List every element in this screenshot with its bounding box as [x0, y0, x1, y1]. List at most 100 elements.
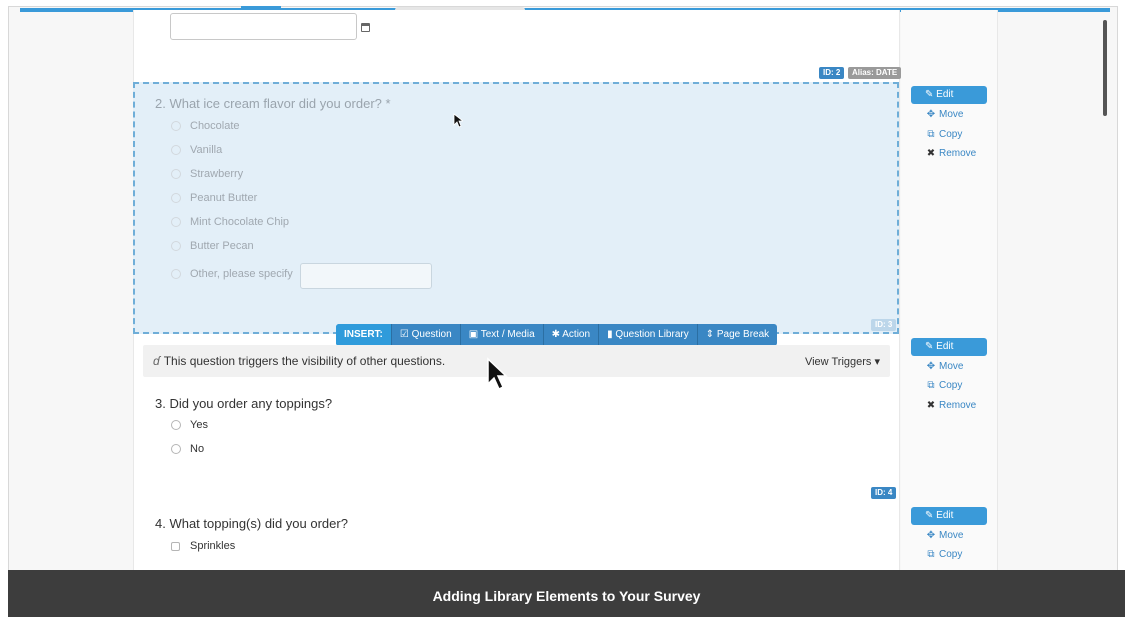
caret-down-icon: ▾ — [874, 356, 880, 368]
option-label: Mint Chocolate Chip — [190, 216, 290, 228]
button-label: Remove — [939, 400, 977, 411]
insert-toolbar: INSERT: ☑ Question ▣ Text / Media ✱ Acti… — [336, 324, 778, 346]
insert-action-button[interactable]: ✱ Action — [542, 324, 598, 346]
insert-label: INSERT: — [336, 324, 391, 346]
copy-button[interactable]: ⧉ Copy — [925, 549, 962, 560]
button-label: Text / Media — [480, 329, 535, 340]
radio-option[interactable]: Chocolate — [171, 120, 240, 132]
radio-option-other[interactable]: Other, please specify — [171, 268, 293, 280]
button-label: Edit — [936, 510, 954, 521]
question-title: 3. Did you order any toppings? — [155, 396, 333, 411]
scrollbar[interactable] — [1103, 20, 1107, 116]
radio-icon[interactable] — [171, 145, 181, 155]
button-label: Action — [562, 329, 591, 340]
radio-option[interactable]: Butter Pecan — [171, 240, 254, 252]
selected-question-block[interactable] — [133, 82, 899, 334]
button-label: Move — [939, 109, 964, 120]
question-id-badge: ID: 4 — [871, 487, 897, 499]
gear-icon: ✱ — [551, 329, 563, 340]
insert-question-button[interactable]: ☑ Question — [390, 324, 460, 346]
question-title: 4. What topping(s) did you order? — [155, 516, 348, 531]
insert-question-library-button[interactable]: ▮ Question Library — [598, 324, 697, 346]
button-label: Question Library — [615, 329, 689, 340]
move-icon: ✥ — [926, 109, 936, 120]
option-label: Vanilla — [190, 144, 223, 156]
copy-button[interactable]: ⧉ Copy — [925, 380, 962, 391]
copy-icon: ⧉ — [927, 549, 935, 560]
radio-icon[interactable] — [171, 241, 181, 251]
edit-button[interactable]: ✎ Edit — [911, 338, 987, 356]
radio-option[interactable]: Mint Chocolate Chip — [171, 216, 289, 228]
option-label: Sprinkles — [190, 540, 236, 552]
button-label: Edit — [936, 89, 954, 100]
date-field[interactable] — [170, 13, 357, 40]
pencil-icon: ✎ — [925, 89, 937, 100]
remove-button[interactable]: ✖ Remove — [925, 148, 976, 159]
copy-icon: ⧉ — [927, 129, 935, 140]
button-label: Copy — [939, 549, 963, 560]
option-label: Other, please specify — [190, 268, 293, 280]
option-label: Strawberry — [190, 168, 244, 180]
question-title: 2. What ice cream flavor did you order? … — [155, 96, 391, 111]
checkbox-icon[interactable] — [171, 541, 180, 551]
cursor-icon — [453, 113, 463, 128]
remove-icon: ✖ — [926, 400, 936, 411]
view-triggers-label: View Triggers — [804, 356, 872, 368]
pencil-icon: ✎ — [925, 341, 937, 352]
insert-text-media-button[interactable]: ▣ Text / Media — [459, 324, 543, 346]
video-caption: Adding Library Elements to Your Survey — [8, 570, 1125, 617]
radio-option[interactable]: Vanilla — [171, 144, 222, 156]
radio-icon[interactable] — [171, 169, 181, 179]
button-label: Question — [411, 329, 452, 340]
option-label: No — [190, 443, 205, 455]
radio-option[interactable]: Peanut Butter — [171, 192, 257, 204]
radio-icon[interactable] — [171, 269, 181, 279]
button-label: Move — [939, 530, 964, 541]
other-specify-input[interactable] — [300, 263, 432, 289]
trigger-text: ɗ This question triggers the visibility o… — [153, 354, 445, 368]
copy-button[interactable]: ⧉ Copy — [925, 129, 962, 140]
move-icon: ✥ — [926, 361, 936, 372]
option-label: Chocolate — [190, 120, 240, 132]
cursor-icon — [487, 357, 508, 391]
edit-button[interactable]: ✎ Edit — [911, 507, 987, 525]
radio-option[interactable]: Strawberry — [171, 168, 243, 180]
remove-icon: ✖ — [926, 148, 936, 159]
branch-icon: ɗ — [153, 354, 160, 368]
insert-page-break-button[interactable]: ⇕ Page Break — [696, 324, 777, 346]
pencil-icon: ✎ — [925, 510, 937, 521]
radio-icon[interactable] — [171, 217, 181, 227]
question-id-badge: ID: 2 — [819, 67, 845, 79]
radio-icon[interactable] — [171, 193, 181, 203]
button-label: Remove — [939, 148, 977, 159]
button-label: Move — [939, 361, 964, 372]
edit-button[interactable]: ✎ Edit — [911, 86, 987, 104]
option-label: Peanut Butter — [190, 192, 258, 204]
button-label: Copy — [939, 129, 963, 140]
button-label: Edit — [936, 341, 954, 352]
radio-icon[interactable] — [171, 121, 181, 131]
checkbox-option[interactable]: Sprinkles — [171, 540, 235, 552]
trigger-label: This question triggers the visibility of… — [163, 354, 446, 368]
option-label: Yes — [190, 419, 208, 431]
sort-icon: ⇕ — [705, 329, 717, 340]
move-button[interactable]: ✥ Move — [925, 109, 964, 120]
checkbox-icon: ☑ — [399, 329, 412, 340]
move-icon: ✥ — [926, 530, 936, 541]
question-alias-badge: Alias: DATE — [848, 67, 902, 79]
image-icon: ▣ — [468, 329, 481, 340]
radio-icon[interactable] — [171, 444, 181, 454]
trigger-notice: ɗ This question triggers the visibility o… — [143, 345, 890, 377]
remove-button[interactable]: ✖ Remove — [925, 400, 976, 411]
option-label: Butter Pecan — [190, 240, 254, 252]
radio-icon[interactable] — [171, 420, 181, 430]
calendar-icon[interactable] — [361, 23, 370, 32]
radio-option[interactable]: No — [171, 443, 204, 455]
question-id-badge: ID: 3 — [871, 319, 897, 331]
radio-option[interactable]: Yes — [171, 419, 208, 431]
button-label: Copy — [939, 380, 963, 391]
copy-icon: ⧉ — [927, 380, 935, 391]
view-triggers-dropdown[interactable]: View Triggers ▾ — [805, 355, 880, 368]
move-button[interactable]: ✥ Move — [925, 361, 964, 372]
move-button[interactable]: ✥ Move — [925, 530, 964, 541]
